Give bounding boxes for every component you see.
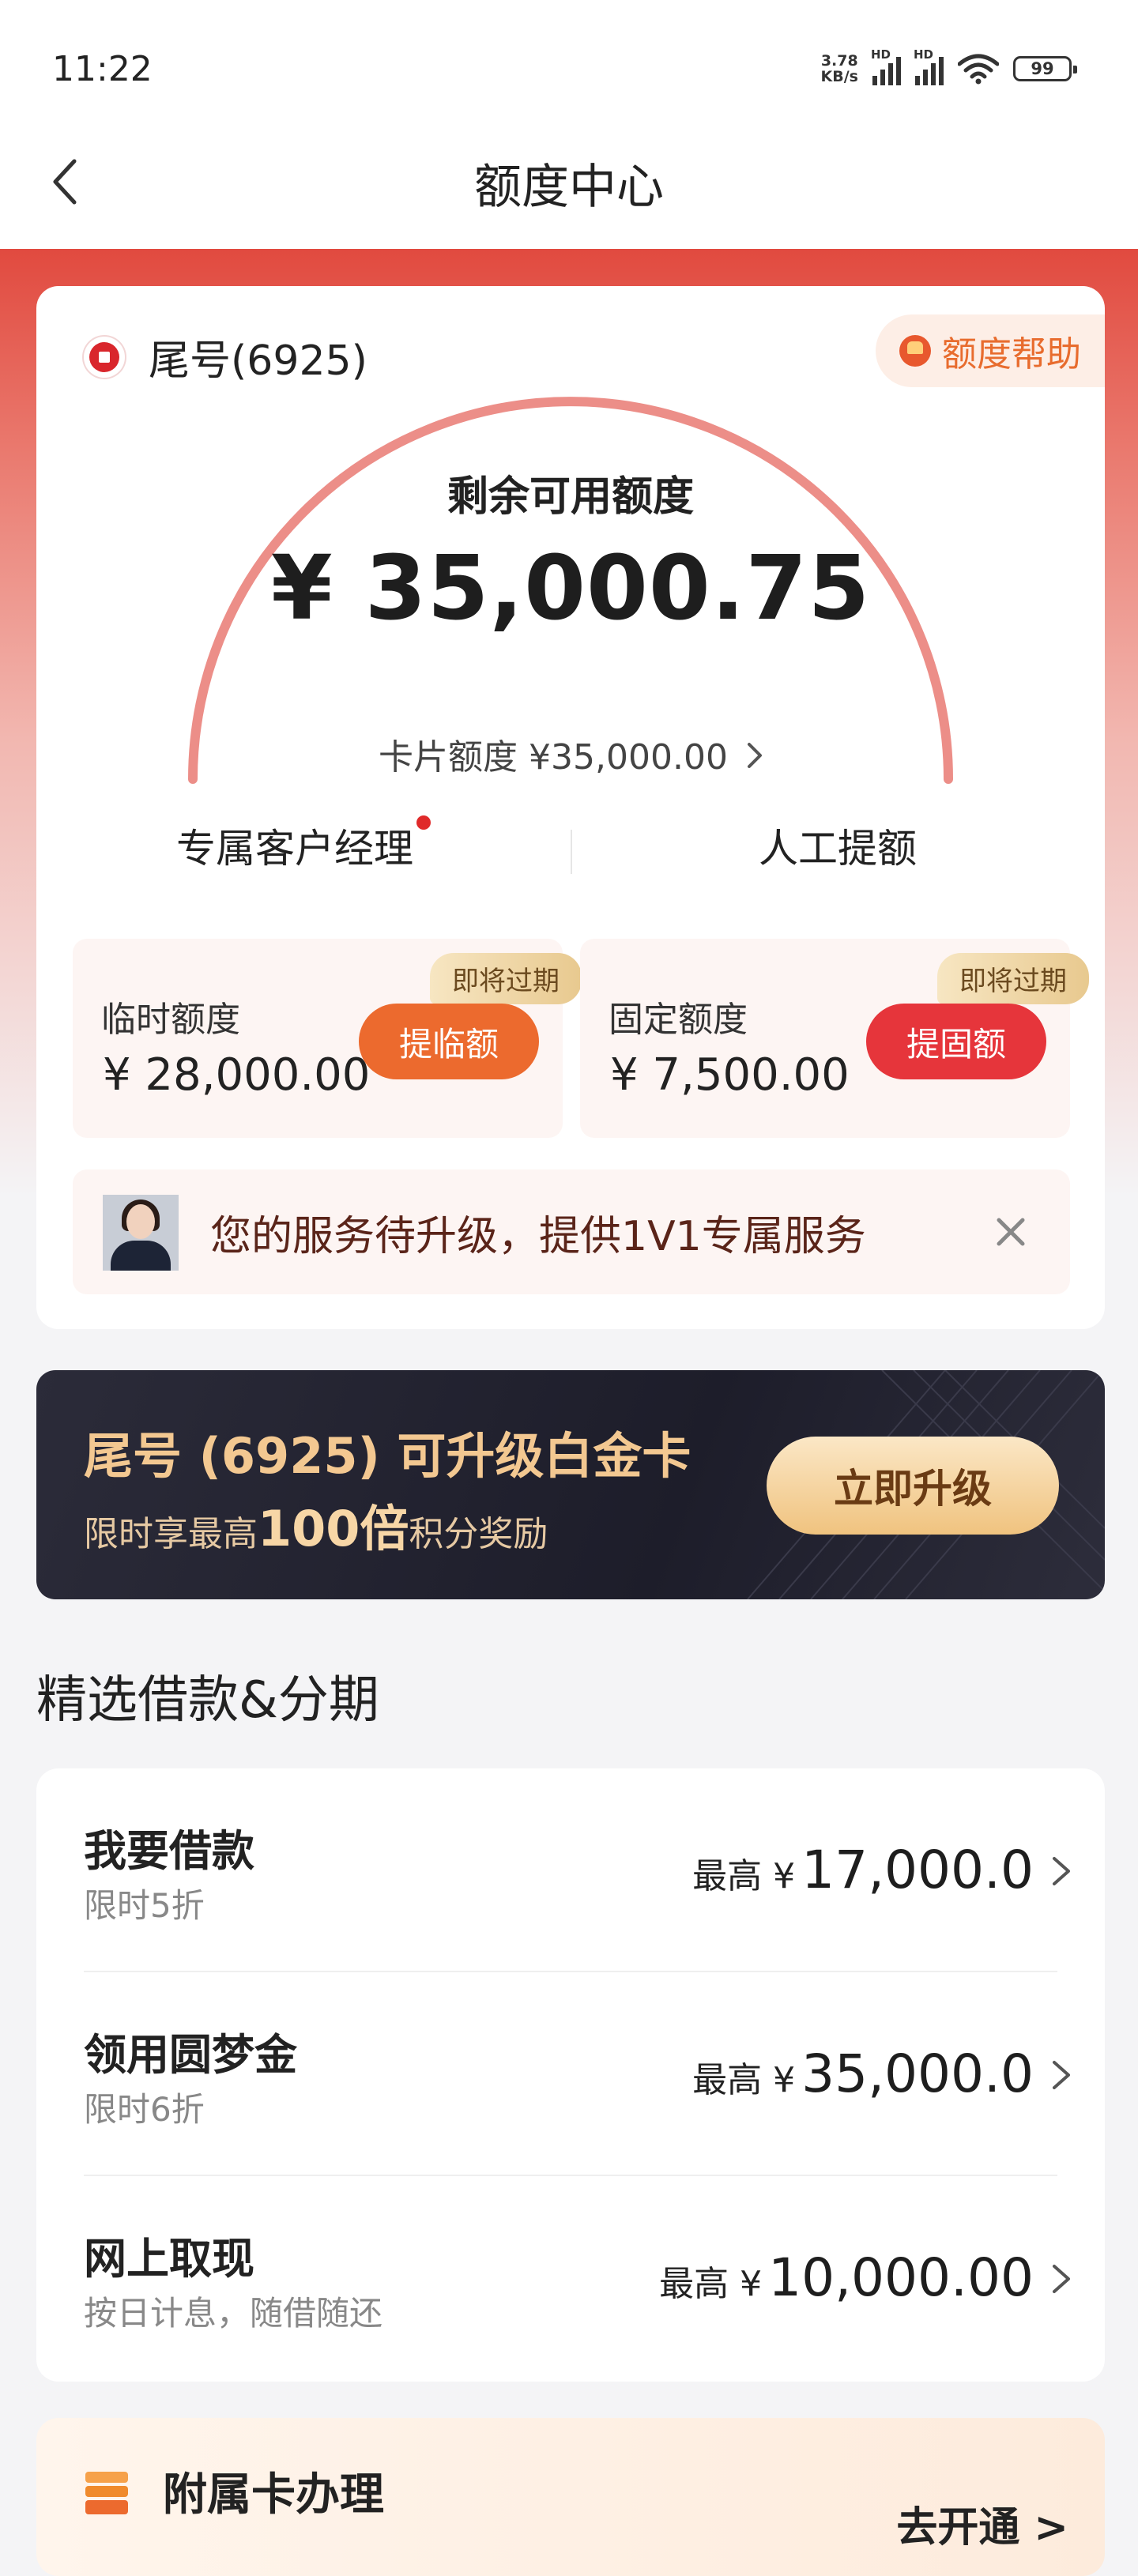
card-limit-link[interactable]: 卡片额度 ¥35,000.00 <box>36 729 1105 779</box>
expiring-badge: 即将过期 <box>937 953 1089 1004</box>
battery-icon: 99 <box>1013 56 1077 81</box>
loan-max-amount: 最高 ¥17,000.0 <box>692 1840 1034 1900</box>
loan-max-value: 17,000.0 <box>801 1840 1034 1900</box>
loan-list-card: 我要借款 限时5折 最高 ¥17,000.0 领用圆梦金 限时6折 最高 ¥35… <box>36 1768 1105 2382</box>
loan-name: 领用圆梦金 <box>84 2030 297 2080</box>
status-time: 11:22 <box>52 49 153 89</box>
banner-sub-highlight: 100倍 <box>258 1500 409 1557</box>
loan-max-prefix: 最高 ¥ <box>692 2060 796 2100</box>
sim2-hd-label: HD <box>914 47 934 62</box>
loan-max-amount: 最高 ¥35,000.0 <box>692 2043 1034 2104</box>
banner-sub-prefix: 限时享最高 <box>84 1514 258 1554</box>
loan-name: 网上取现 <box>84 2234 254 2284</box>
chevron-right-icon <box>1053 1857 1070 1885</box>
manual-raise-button[interactable]: 人工提额 <box>571 817 1105 874</box>
upgrade-banner[interactable]: 尾号 (6925) 可升级白金卡 限时享最高100倍积分奖励 立即升级 <box>36 1370 1105 1599</box>
loan-item-dream-fund[interactable]: 领用圆梦金 限时6折 最高 ¥35,000.0 <box>36 1972 1105 2176</box>
quota-card: 尾号(6925) 额度帮助 剩余可用额度 ¥ 35,000.75 卡片额度 ¥3… <box>36 286 1105 1329</box>
chevron-right-icon <box>1053 2265 1070 2293</box>
banner-title: 尾号 (6925) 可升级白金卡 <box>84 1427 691 1485</box>
exclusive-manager-button[interactable]: 专属客户经理 <box>36 815 571 874</box>
supplementary-card-entry[interactable]: 附属卡办理 去开通 > <box>36 2418 1105 2576</box>
signal-icon: HD <box>914 47 944 85</box>
banner-subtitle: 限时享最高100倍积分奖励 <box>84 1489 548 1560</box>
loan-max-prefix: 最高 ¥ <box>692 1856 796 1896</box>
card-limit-text: 卡片额度 ¥35,000.00 <box>379 737 728 778</box>
temporary-limit-label: 临时额度 <box>101 1000 240 1040</box>
battery-level: 99 <box>1031 59 1054 78</box>
fixed-limit-amount: ¥ 7,500.00 <box>610 1049 850 1101</box>
close-icon[interactable] <box>991 1212 1031 1252</box>
raise-temporary-button[interactable]: 提临额 <box>359 1004 539 1079</box>
sim1-hd-label: HD <box>871 47 891 62</box>
fixed-limit-label: 固定额度 <box>609 1000 748 1040</box>
page-title: 额度中心 <box>474 160 664 215</box>
section-title: 精选借款&分期 <box>36 1671 379 1730</box>
remaining-limit-amount: ¥ 35,000.75 <box>270 537 871 640</box>
upgrade-now-button[interactable]: 立即升级 <box>767 1437 1059 1535</box>
wifi-icon <box>958 54 999 85</box>
signal-icon: HD <box>871 47 901 85</box>
network-speed-value: 3.78 <box>820 52 858 70</box>
banner-sub-suffix: 积分奖励 <box>409 1514 548 1554</box>
supplementary-card-title: 附属卡办理 <box>163 2469 384 2521</box>
activate-link[interactable]: 去开通 > <box>896 2494 1068 2553</box>
network-speed: 3.78 KB/s <box>821 53 858 85</box>
manual-raise-label: 人工提额 <box>759 826 917 872</box>
status-icons: 3.78 KB/s HD HD 99 <box>821 47 1077 85</box>
notification-dot <box>416 815 431 830</box>
loan-desc: 限时6折 <box>84 2090 205 2129</box>
temporary-limit-box: 临时额度 ¥ 28,000.00 即将过期 提临额 <box>73 939 582 1138</box>
loan-max-prefix: 最高 ¥ <box>659 2264 763 2304</box>
loan-item-borrow[interactable]: 我要借款 限时5折 最高 ¥17,000.0 <box>36 1768 1105 1972</box>
service-upgrade-bar[interactable]: 您的服务待升级，提供1V1专属服务 <box>73 1169 1070 1294</box>
chevron-right-icon <box>1053 2061 1070 2089</box>
top-bar: 11:22 3.78 KB/s HD HD 99 额度中心 <box>0 0 1138 249</box>
manager-row: 专属客户经理 人工提额 <box>36 815 1105 888</box>
loan-max-value: 10,000.00 <box>768 2247 1034 2308</box>
loan-name: 我要借款 <box>84 1826 254 1876</box>
loan-max-value: 35,000.0 <box>801 2043 1034 2104</box>
loan-desc: 按日计息，随借随还 <box>84 2294 383 2333</box>
exclusive-manager-label: 专属客户经理 <box>176 826 413 872</box>
temporary-limit-amount: ¥ 28,000.00 <box>103 1049 371 1101</box>
service-upgrade-text: 您的服务待升级，提供1V1专属服务 <box>210 1213 866 1260</box>
card-stack-icon <box>85 2472 128 2514</box>
loan-max-amount: 最高 ¥10,000.00 <box>659 2247 1034 2308</box>
raise-fixed-button[interactable]: 提固额 <box>866 1004 1046 1079</box>
loan-desc: 限时5折 <box>84 1886 205 1925</box>
expiring-badge: 即将过期 <box>430 953 582 1004</box>
chevron-right-icon <box>747 743 762 768</box>
fixed-limit-box: 固定额度 ¥ 7,500.00 即将过期 提固额 <box>580 939 1089 1138</box>
avatar <box>103 1195 179 1271</box>
remaining-limit-label: 剩余可用额度 <box>447 473 694 521</box>
network-speed-unit: KB/s <box>820 68 858 85</box>
loan-item-cash-withdrawal[interactable]: 网上取现 按日计息，随借随还 最高 ¥10,000.00 <box>36 2176 1105 2380</box>
